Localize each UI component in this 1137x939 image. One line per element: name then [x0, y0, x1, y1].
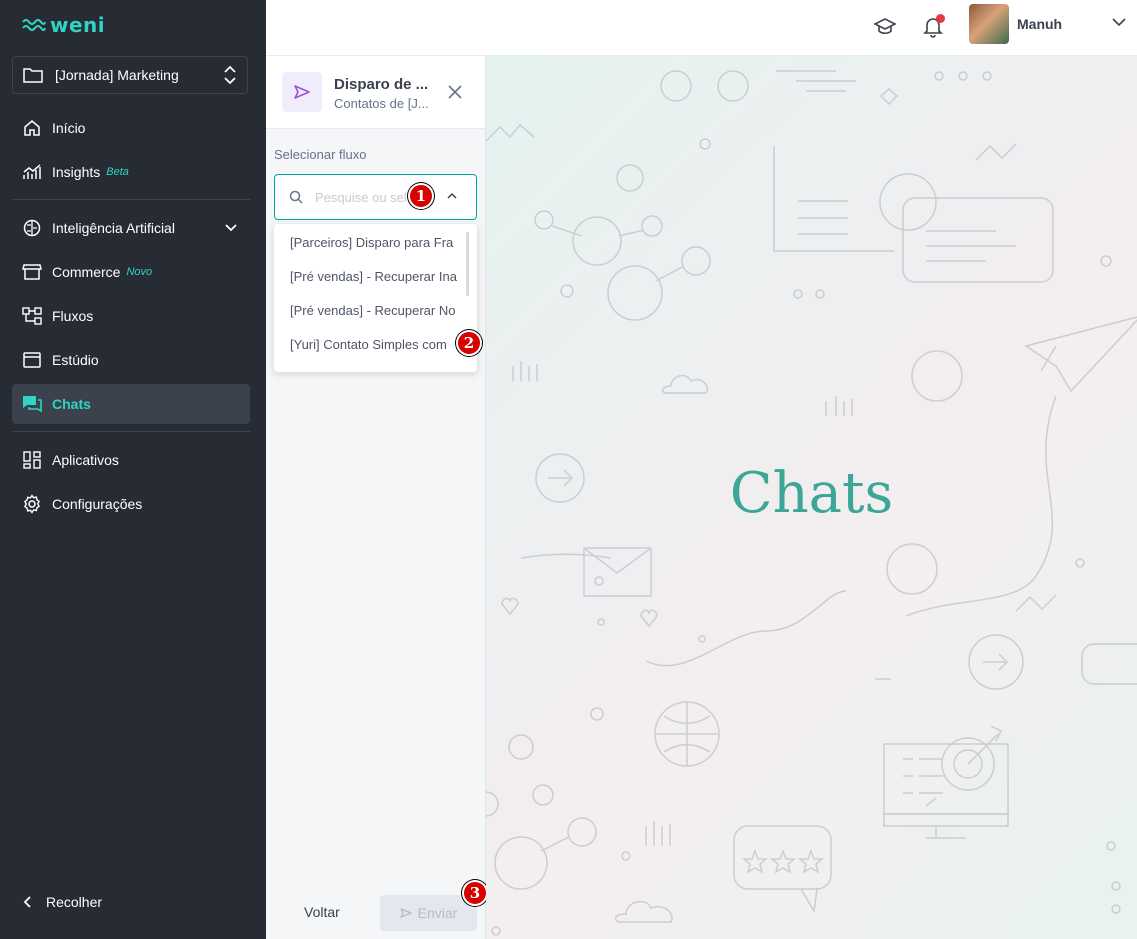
sidebar: weni [Jornada] Marketing Início Insights…	[0, 0, 266, 939]
folder-icon	[23, 68, 43, 83]
panel-title: Disparo de ...	[334, 76, 429, 93]
send-icon	[282, 72, 322, 112]
sidebar-item-inicio[interactable]: Início	[12, 108, 250, 148]
weni-logo[interactable]: weni	[22, 13, 105, 37]
sidebar-item-estudio[interactable]: Estúdio	[12, 340, 250, 380]
flow-dropdown: [Parceiros] Disparo para Fra [Pré vendas…	[274, 224, 477, 372]
chevron-up-icon[interactable]	[446, 192, 458, 200]
flow-search-field[interactable]	[274, 174, 477, 220]
step-marker-1: 1	[408, 183, 434, 209]
sidebar-item-label: Aplicativos	[52, 452, 119, 468]
beta-tag: Beta	[106, 166, 129, 178]
project-name: [Jornada] Marketing	[55, 67, 179, 83]
send-label: Enviar	[417, 905, 458, 921]
sidebar-item-label: Fluxos	[52, 308, 94, 324]
dropdown-scrollbar[interactable]	[466, 232, 469, 296]
select-flow-label: Selecionar fluxo	[274, 147, 367, 162]
dropdown-option[interactable]: [Yuri] Contato Simples com	[274, 328, 458, 362]
store-icon	[22, 262, 42, 282]
back-button[interactable]: Voltar	[304, 904, 340, 920]
chart-icon	[22, 162, 42, 182]
username[interactable]: Manuh	[1017, 16, 1062, 32]
logo-text: weni	[50, 13, 106, 37]
panel-subtitle: Contatos de [J...	[334, 96, 429, 111]
chats-main-area: Chats	[486, 56, 1137, 939]
chevron-up-down-icon	[224, 65, 236, 85]
wave-icon	[22, 19, 46, 31]
top-bar: Manuh	[266, 0, 1137, 56]
chevron-down-icon	[225, 224, 237, 232]
sidebar-item-chats[interactable]: Chats	[12, 384, 250, 424]
collapse-label: Recolher	[46, 894, 103, 910]
step-marker-2: 2	[456, 330, 482, 356]
home-icon	[22, 118, 42, 138]
sidebar-item-fluxos[interactable]: Fluxos	[12, 296, 250, 336]
send-button[interactable]: Enviar	[380, 895, 477, 931]
brain-icon	[22, 218, 42, 238]
academy-icon[interactable]	[872, 14, 898, 40]
project-selector[interactable]: [Jornada] Marketing	[12, 56, 248, 94]
chevron-left-icon	[23, 896, 31, 908]
broadcast-panel: Disparo de ... Contatos de [J... Selecio…	[266, 56, 486, 939]
sidebar-item-label: Estúdio	[52, 352, 99, 368]
avatar[interactable]	[969, 4, 1009, 44]
notification-badge	[936, 14, 945, 23]
dropdown-option[interactable]: [Parceiros] Disparo para Fra	[274, 226, 458, 260]
close-icon[interactable]	[446, 83, 464, 101]
apps-icon	[22, 450, 42, 470]
sidebar-divider	[12, 199, 250, 200]
flow-icon	[22, 306, 42, 326]
novo-tag: Novo	[126, 266, 153, 278]
chevron-down-icon[interactable]	[1111, 16, 1127, 28]
chat-icon	[22, 394, 42, 414]
step-marker-3: 3	[462, 880, 488, 906]
sidebar-item-configuracoes[interactable]: Configurações	[12, 484, 250, 524]
sidebar-divider	[12, 431, 250, 432]
dropdown-option[interactable]: [Pré vendas] - Recuperar No	[274, 294, 458, 328]
sidebar-item-label: Início	[52, 120, 86, 136]
sidebar-item-insights[interactable]: Insights Beta	[12, 152, 250, 192]
sidebar-item-label: Insights	[52, 164, 101, 180]
panel-header: Disparo de ... Contatos de [J...	[266, 56, 485, 129]
sidebar-item-label: Configurações	[52, 496, 143, 512]
sidebar-item-label: Chats	[52, 396, 91, 412]
window-icon	[22, 350, 42, 370]
gear-icon	[22, 494, 42, 514]
notification-bell-icon[interactable]	[920, 14, 946, 40]
page-title: Chats	[729, 461, 894, 526]
sidebar-item-label: Commerce	[52, 264, 121, 280]
sidebar-item-commerce[interactable]: Commerce Novo	[12, 252, 250, 292]
dropdown-option[interactable]: [Pré vendas] - Recuperar Ina	[274, 260, 458, 294]
send-icon	[400, 908, 412, 918]
sidebar-item-label: Inteligência Artificial	[52, 220, 175, 236]
sidebar-item-ia[interactable]: Inteligência Artificial	[12, 208, 250, 248]
collapse-button[interactable]: Recolher	[22, 894, 102, 910]
sidebar-item-aplicativos[interactable]: Aplicativos	[12, 440, 250, 480]
search-icon	[289, 190, 303, 204]
